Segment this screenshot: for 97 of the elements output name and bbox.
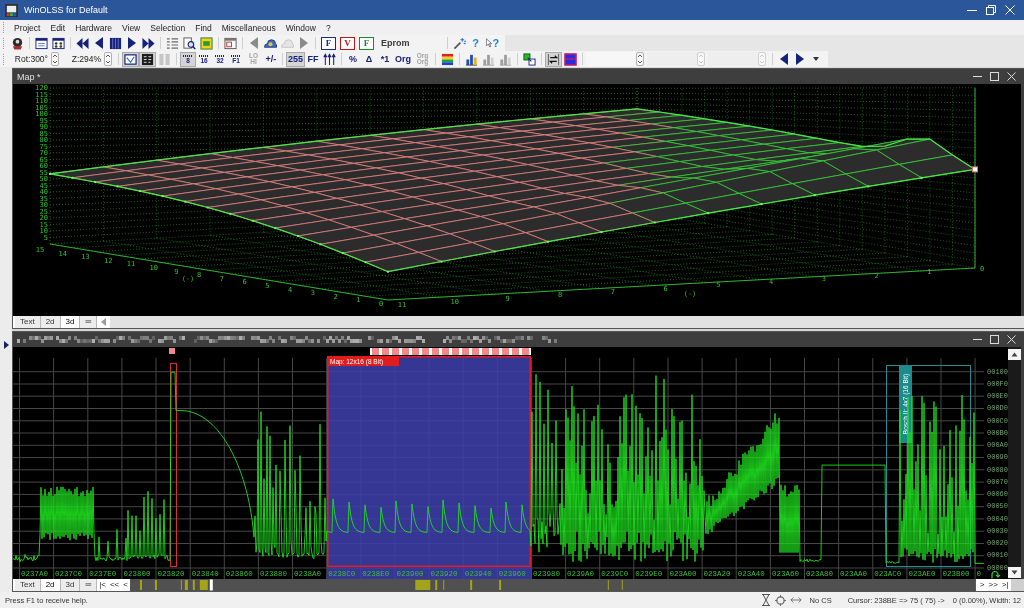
tab[interactable]: 2d [40,316,61,328]
framed-panel-icon [200,36,213,50]
striped-block-icon [109,36,122,50]
symbol-button[interactable]: Δ [361,51,378,67]
crosshair-icon [774,594,786,606]
color-bars-icon [441,52,455,66]
emblem-icon [11,36,24,50]
magic-wand-icon [452,36,466,50]
restore-icon[interactable] [986,5,996,15]
spin-field[interactable]: Z:294% [62,52,104,66]
overview-strip[interactable] [129,579,976,591]
menu-item[interactable]: View [117,22,146,33]
menu-item[interactable]: ? [320,22,336,33]
menu-item[interactable]: Project [9,22,46,33]
symbol-button[interactable]: % [345,51,362,67]
mode-label: Eprom [380,38,411,48]
curved-arrow-icon[interactable] [991,570,1001,579]
symbol-button[interactable]: +/- [263,51,279,67]
arrows-icon [323,52,337,66]
right-arrow-icon [300,37,308,49]
screen-button[interactable] [122,51,139,67]
right-arrow-icon[interactable] [3,341,9,349]
spinner-icon[interactable] [51,52,59,66]
matrix-icon [141,52,154,66]
double-right-arrow-button[interactable] [140,35,157,51]
minimize-icon[interactable] [972,76,982,77]
spinner-icon[interactable] [104,52,112,66]
menu-item[interactable]: Find [190,22,217,33]
scroll-up-icon[interactable] [1008,349,1021,360]
linked-squares-button[interactable] [521,51,539,67]
double-arrow-icon [789,595,802,605]
marker-square [169,348,175,354]
arrows-button[interactable] [321,51,339,67]
screen-icon [124,52,137,66]
symbol-button[interactable]: 255 [286,51,306,67]
help-button[interactable]: ? [467,35,484,51]
letter-button[interactable]: F [321,36,336,50]
spin-field[interactable]: Rot:300° [9,52,51,66]
menu-item[interactable]: Edit [45,22,71,33]
bar-chart-icon [499,52,513,66]
spinner-icon[interactable] [636,52,645,66]
maximize-icon[interactable] [989,72,999,81]
close-icon[interactable] [1006,72,1016,81]
symbol-button[interactable]: FF [305,51,322,67]
double-left-arrow-button[interactable] [74,35,91,51]
tab[interactable]: ═ [80,316,98,328]
matrix-button[interactable] [139,51,156,67]
tab[interactable]: ═ [80,579,98,591]
grid-window-button[interactable] [50,35,67,51]
list-icon [166,36,179,50]
cloud-icon [281,38,294,48]
app-logo-icon [5,3,18,17]
window-button[interactable] [33,35,50,51]
symbol-button[interactable]: *1 [377,51,394,67]
scroll-left-icon[interactable] [101,318,107,326]
left-arrow-icon [250,37,258,49]
left-arrow-icon [780,53,789,65]
tab[interactable]: Text [15,579,41,591]
swap-icon [547,52,561,66]
double-right-arrow-icon [142,36,155,50]
bar-chart-icon [482,52,496,66]
letter-button[interactable]: V [340,36,355,50]
cursor-marker [972,166,978,173]
tab[interactable]: Text [15,316,41,328]
search-button[interactable] [181,35,198,51]
tab[interactable]: 3d [60,579,81,591]
window-title: WinOLSS for Default [24,5,108,15]
minimize-icon[interactable] [972,339,982,340]
symbol-button[interactable]: Org [393,51,414,67]
menu-item[interactable]: Hardware [70,22,117,33]
right-arrow-icon [128,37,136,49]
color-square-button[interactable] [562,51,580,67]
double-left-arrow-icon [76,36,89,50]
caret-icon [813,57,820,61]
menu-item[interactable]: Selection [145,22,191,33]
scrollbar[interactable] [1008,347,1021,579]
swap-button[interactable] [545,51,563,67]
cloud-icon [264,38,277,48]
right-arrow-icon [796,53,805,65]
window-title: Map * [17,71,41,82]
letter-button[interactable]: F [359,36,374,50]
close-icon[interactable] [1006,335,1016,344]
menu-item[interactable]: Window [280,22,321,33]
nav-button[interactable]: |< [97,579,108,591]
columns-icon [158,52,171,66]
spin-field[interactable] [586,52,637,66]
context-help-button[interactable]: ? [483,35,502,51]
maximize-icon[interactable] [989,335,999,344]
pointer-icon [485,38,492,48]
scroll-down-icon[interactable] [1008,567,1021,578]
nav-button[interactable]: >| [999,579,1011,591]
bar-chart-icon [465,52,479,66]
striped-block-button[interactable] [107,35,124,51]
color-square-icon [564,52,578,66]
left-arrow-icon [95,37,103,49]
hourglass-icon [760,594,771,606]
menu-item[interactable]: Miscellaneous [216,22,281,33]
